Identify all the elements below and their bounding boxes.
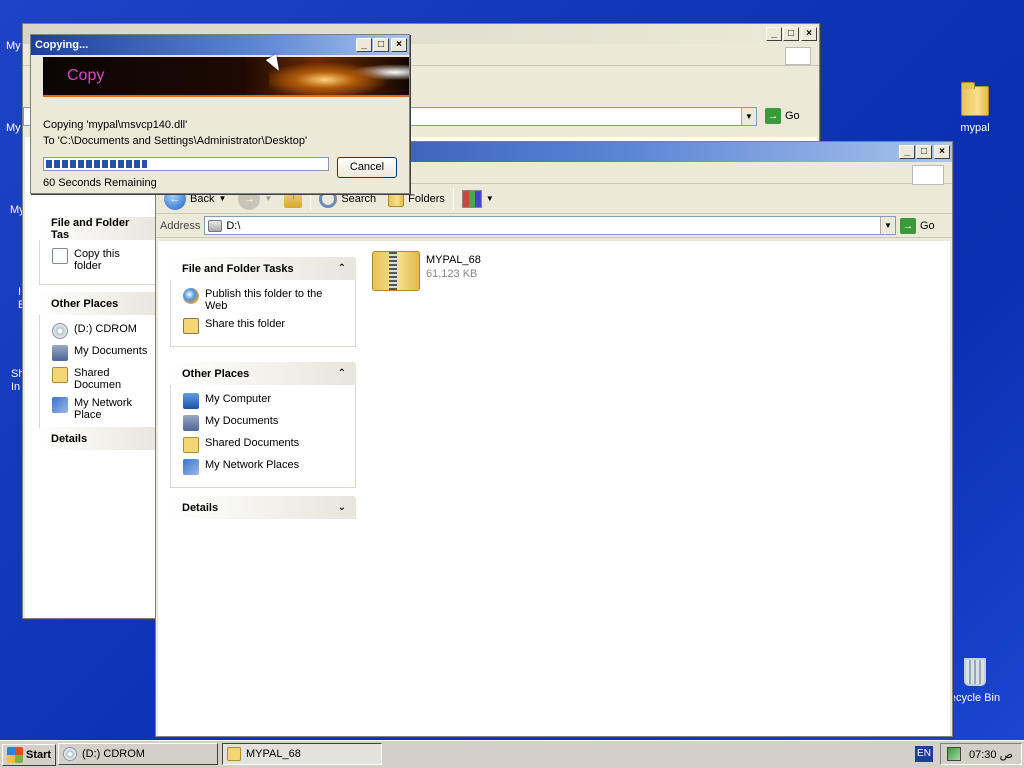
copy-progress-fill (46, 160, 147, 168)
desktop-clipped-label[interactable]: In (11, 381, 20, 393)
panel-title[interactable]: File and Folder Tasks ⌃ (170, 257, 356, 280)
panel-title[interactable]: Details (39, 427, 159, 450)
folder-icon (227, 747, 241, 761)
windows-flag-icon (7, 746, 23, 763)
folder-icon (961, 82, 989, 116)
network-tray-icon[interactable] (947, 747, 961, 761)
network-icon (52, 397, 68, 413)
chevron-down-icon[interactable]: ▼ (264, 194, 272, 203)
place-shared-documents[interactable]: Shared Documents (183, 437, 347, 453)
go-arrow-icon: → (900, 217, 916, 234)
tasks-panel: File and Folder Tasks ⌃ Publish this fol… (170, 257, 356, 347)
details-panel: Details (39, 427, 159, 450)
system-tray: 07:30 ص (940, 743, 1022, 765)
expand-icon[interactable]: ⌄ (338, 502, 346, 513)
drive-icon (208, 219, 223, 232)
task-copy-folder[interactable]: Copy this folder (52, 248, 150, 272)
desktop-icon-label: mypal (960, 122, 990, 134)
cancel-button[interactable]: Cancel (337, 157, 397, 178)
place-network[interactable]: My Network Places (183, 459, 347, 475)
copy-destination-text: To 'C:\Documents and Settings\Administra… (43, 135, 308, 147)
desktop-clipped-label[interactable]: My (6, 122, 21, 134)
copy-source-text: Copying 'mypal\msvcp140.dll' (43, 119, 188, 131)
place-my-documents[interactable]: My Documents (52, 345, 150, 361)
place-network[interactable]: My Network Place (52, 397, 150, 421)
windows-logo-icon (912, 165, 944, 185)
cdrom-icon (63, 747, 77, 761)
places-panel: Other Places ⌃ My Computer My Documents … (170, 362, 356, 488)
maximize-icon[interactable]: □ (916, 145, 932, 159)
content-area: File and Folder Tasks ⌃ Publish this fol… (158, 241, 950, 736)
address-input[interactable]: D:\ ▼ (204, 216, 896, 235)
go-button[interactable]: → Go (900, 217, 948, 234)
taskbar: Start (D:) CDROM MYPAL_68 EN 07:30 ص (0, 740, 1024, 768)
minimize-icon[interactable]: _ (766, 27, 782, 41)
details-panel: Details ⌄ (170, 496, 356, 519)
desktop-clipped-label[interactable]: I (18, 286, 21, 298)
minimize-icon[interactable]: _ (899, 145, 915, 159)
file-item[interactable]: MYPAL_68 61,123 KB (372, 251, 481, 291)
maximize-icon[interactable]: □ (373, 38, 389, 52)
taskbar-item-mypal[interactable]: MYPAL_68 (222, 743, 382, 765)
taskbar-item-cdrom[interactable]: (D:) CDROM (58, 743, 218, 765)
chevron-down-icon[interactable]: ▼ (218, 194, 226, 203)
tasks-panel: File and Folder Tas Copy this folder (39, 217, 159, 285)
documents-icon (183, 415, 199, 431)
close-icon[interactable]: × (801, 27, 817, 41)
explorer-window-main[interactable]: _ □ × ← Back ▼ → ▼ ↑ Search Folders ▼ Ad… (155, 141, 953, 737)
views-button[interactable]: ▼ (458, 188, 498, 210)
recycle-bin-icon (964, 658, 986, 686)
computer-icon (183, 393, 199, 409)
panel-title[interactable]: Details ⌄ (170, 496, 356, 519)
panel-title[interactable]: Other Places ⌃ (170, 362, 356, 385)
start-button[interactable]: Start (2, 743, 57, 766)
panel-title[interactable]: Other Places (39, 292, 159, 315)
go-arrow-icon: → (765, 108, 781, 124)
windows-logo-icon (785, 47, 811, 65)
address-label: Address (160, 219, 201, 232)
time-remaining-text: 60 Seconds Remaining (43, 177, 157, 189)
file-name: MYPAL_68 (426, 254, 481, 266)
desktop-icon-mypal[interactable]: mypal (940, 82, 1010, 134)
clock[interactable]: 07:30 ص (969, 748, 1013, 761)
language-indicator[interactable]: EN (915, 746, 933, 762)
network-icon (183, 459, 199, 475)
file-size: 61,123 KB (426, 268, 478, 280)
collapse-icon[interactable]: ⌃ (338, 263, 346, 274)
task-share[interactable]: Share this folder (183, 318, 347, 334)
close-icon[interactable]: × (391, 38, 407, 52)
toolbar-separator (452, 187, 454, 210)
minimize-icon[interactable]: _ (356, 38, 372, 52)
place-shared-documents[interactable]: Shared Documen (52, 367, 150, 391)
documents-icon (52, 345, 68, 361)
chevron-down-icon[interactable]: ▼ (486, 194, 494, 203)
close-icon[interactable]: × (934, 145, 950, 159)
place-my-computer[interactable]: My Computer (183, 393, 347, 409)
desktop-clipped-label[interactable]: My (6, 40, 21, 52)
copy-animation-banner: Copy (43, 57, 409, 97)
maximize-icon[interactable]: □ (783, 27, 799, 41)
zip-folder-icon (372, 251, 420, 291)
collapse-icon[interactable]: ⌃ (338, 368, 346, 379)
places-panel: Other Places (D:) CDROM My Documents Sha… (39, 292, 159, 433)
chevron-down-icon[interactable]: ▼ (880, 217, 895, 234)
copy-animation-icon (269, 57, 409, 95)
address-bar: Address D:\ ▼ → Go (156, 214, 952, 238)
views-icon (461, 189, 482, 208)
shared-folder-icon (52, 367, 68, 383)
copy-icon (52, 248, 68, 264)
chevron-down-icon[interactable]: ▼ (741, 107, 756, 125)
task-publish[interactable]: Publish this folder to the Web (183, 288, 347, 312)
place-cdrom[interactable]: (D:) CDROM (52, 323, 150, 339)
go-button[interactable]: → Go (765, 108, 813, 124)
publish-web-icon (183, 288, 199, 304)
copy-progress-bar (43, 157, 329, 171)
place-my-documents[interactable]: My Documents (183, 415, 347, 431)
copy-dialog[interactable]: Copying... _ □ × Copy Copying 'mypal\msv… (30, 34, 410, 194)
shared-folder-icon (183, 437, 199, 453)
titlebar[interactable]: Copying... _ □ × (31, 35, 409, 55)
share-folder-icon (183, 318, 199, 334)
cdrom-icon (52, 323, 68, 339)
panel-title[interactable]: File and Folder Tas (39, 217, 159, 241)
